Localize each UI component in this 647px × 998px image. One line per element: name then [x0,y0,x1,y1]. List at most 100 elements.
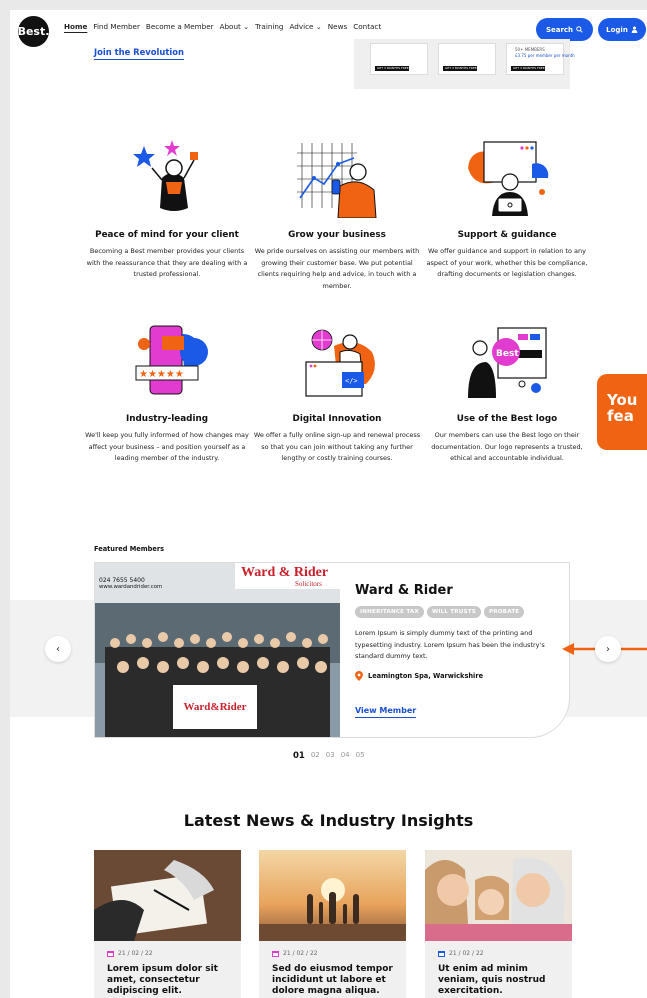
member-tag[interactable]: WILL TRUSTS [426,606,482,618]
svg-text:</>: </> [345,377,358,385]
side-tab-line2: fea [607,407,634,425]
nav-links: Home Find Member Become a Member About ⌄… [64,22,381,31]
calendar-icon [107,951,114,957]
pricing-card: 50+ MEMBERS £3.75 per member per month G… [506,43,575,75]
digital-illustration: </> [305,329,375,397]
news-title: Sed do eiusmod tempor incididunt ut labo… [272,964,393,996]
feature-support: Support & guidance We offer guidance and… [422,138,592,281]
pricing-card: GET 3 MONTHS FREE [370,43,428,75]
news-date: 21 / 02 / 22 [438,950,484,957]
rating-illustration: ★★★★★ [135,325,208,395]
pricing-preview: GET 3 MONTHS FREE GET 3 MONTHS FREE 50+ … [354,39,575,89]
feature-peace-of-mind: Peace of mind for your client Becoming a… [82,138,252,281]
feature-body: Our members can use the Best logo on the… [431,431,583,463]
feature-body: We pride ourselves on assisting our memb… [254,247,420,290]
news-card[interactable]: 21 / 02 / 22 Ut enim ad minim veniam, qu… [425,850,572,998]
location-pin-icon [355,671,363,681]
calendar-icon [272,951,279,957]
feature-body: We offer guidance and support in relatio… [426,247,588,279]
carousel-next-button[interactable]: › [595,636,621,662]
news-image [259,850,406,941]
pager-item[interactable]: 02 [311,751,320,761]
feature-title: Grow your business [288,230,386,240]
search-button-label: Search [545,25,574,34]
news-image [94,850,241,941]
feature-title: Peace of mind for your client [95,230,239,240]
member-tag[interactable]: PROBATE [484,606,525,618]
pricing-tag: GET 3 MONTHS FREE [375,66,409,71]
logo-usage-illustration: Best [468,327,547,398]
feature-title: Industry-leading [125,414,209,424]
nav-link-about[interactable]: About ⌄ [220,22,250,31]
side-tab-line1: You [607,391,638,409]
member-tags: INHERITANCE TAX WILL TRUSTS PROBATE [355,606,525,618]
pricing-price: £3.75 per member per month [515,53,575,58]
news-date-text: 21 / 02 / 22 [118,950,153,957]
carousel-prev-button[interactable]: ‹ [45,636,71,662]
news-title: Lorem ipsum dolor sit amet, consectetur … [107,964,218,996]
calendar-icon [438,951,445,957]
support-illustration [468,141,549,216]
feature-body: Becoming a Best member provides your cli… [86,247,248,279]
page: Best. Home Find Member Become a Member A… [10,10,647,998]
chevron-right-icon: › [606,643,610,655]
chevron-left-icon: ‹ [56,643,60,655]
featured-members-label: Featured Members [94,545,165,553]
member-logo: Ward&Rider [183,701,247,713]
login-button[interactable]: Login [598,18,646,41]
feature-body: We offer a fully online sign-up and rene… [253,431,421,463]
feature-title: Support & guidance [457,230,557,240]
pricing-tag: GET 3 MONTHS FREE [443,66,477,71]
feature-title: Digital Innovation [292,414,382,424]
feature-title: Use of the Best logo [456,414,558,424]
news-image [425,850,572,941]
member-tag[interactable]: INHERITANCE TAX [355,606,424,618]
news-date: 21 / 02 / 22 [107,950,153,957]
growth-chart-illustration [297,143,377,219]
feature-digital-innovation: </> Digital Innovation We offer a fully … [252,322,422,465]
member-location: Leamington Spa, Warwickshire [355,671,483,681]
carousel-pager: 01 02 03 04 05 [293,751,365,761]
photo-sign: Ward & Rider [241,565,329,580]
photo-sign-sub: Solicitors [295,580,322,588]
nav-link-find-member[interactable]: Find Member [93,22,140,31]
site-logo[interactable]: Best. [18,16,49,47]
news-date-text: 21 / 02 / 22 [449,950,484,957]
search-button[interactable]: Search [536,18,593,41]
news-date-text: 21 / 02 / 22 [283,950,318,957]
news-heading: Latest News & Industry Insights [183,811,474,830]
photo-website: www.wardandrider.com [99,584,163,590]
member-location-text: Leamington Spa, Warwickshire [368,672,484,680]
news-date: 21 / 02 / 22 [272,950,318,957]
feature-body: We'll keep you fully informed of how cha… [85,431,249,463]
pager-item[interactable]: 05 [356,751,365,761]
feature-best-logo: Best Use of the Best logo Our members ca… [422,322,592,465]
feature-industry-leading: ★★★★★ Industry-leading We'll keep you fu… [82,322,252,465]
nav-link-home[interactable]: Home [64,22,87,31]
pager-item[interactable]: 01 [293,751,305,761]
login-button-label: Login [606,25,628,34]
nav-link-advice[interactable]: Advice ⌄ [290,22,322,31]
nav-link-become-member[interactable]: Become a Member [146,22,214,31]
pricing-card: GET 3 MONTHS FREE [438,43,496,75]
svg-text:Best: Best [496,349,519,359]
news-card[interactable]: 21 / 02 / 22 Sed do eiusmod tempor incid… [259,850,406,998]
pricing-members: 50+ MEMBERS [515,47,545,52]
nav-link-training[interactable]: Training [255,22,283,31]
news-title: Ut enim ad minim veniam, quis nostrud ex… [438,964,546,996]
celebration-illustration [133,140,198,211]
pager-item[interactable]: 03 [326,751,335,761]
feature-grow-business: Grow your business We pride ourselves on… [252,138,422,292]
featured-member-card: 024 7655 5400 www.wardandrider.com Ward … [94,562,570,738]
photo-phone: 024 7655 5400 [99,577,145,584]
member-description: Lorem Ipsum is simply dummy text of the … [355,629,545,661]
side-promo-tab[interactable]: You fea [597,374,647,450]
member-name: Ward & Rider [355,583,453,598]
pager-item[interactable]: 04 [341,751,350,761]
news-card[interactable]: 21 / 02 / 22 Lorem ipsum dolor sit amet,… [94,850,241,998]
join-revolution-link[interactable]: Join the Revolution [94,47,184,60]
search-icon [576,26,583,33]
nav-link-news[interactable]: News [328,22,347,31]
nav-link-contact[interactable]: Contact [353,22,381,31]
view-member-link[interactable]: View Member [355,706,417,718]
